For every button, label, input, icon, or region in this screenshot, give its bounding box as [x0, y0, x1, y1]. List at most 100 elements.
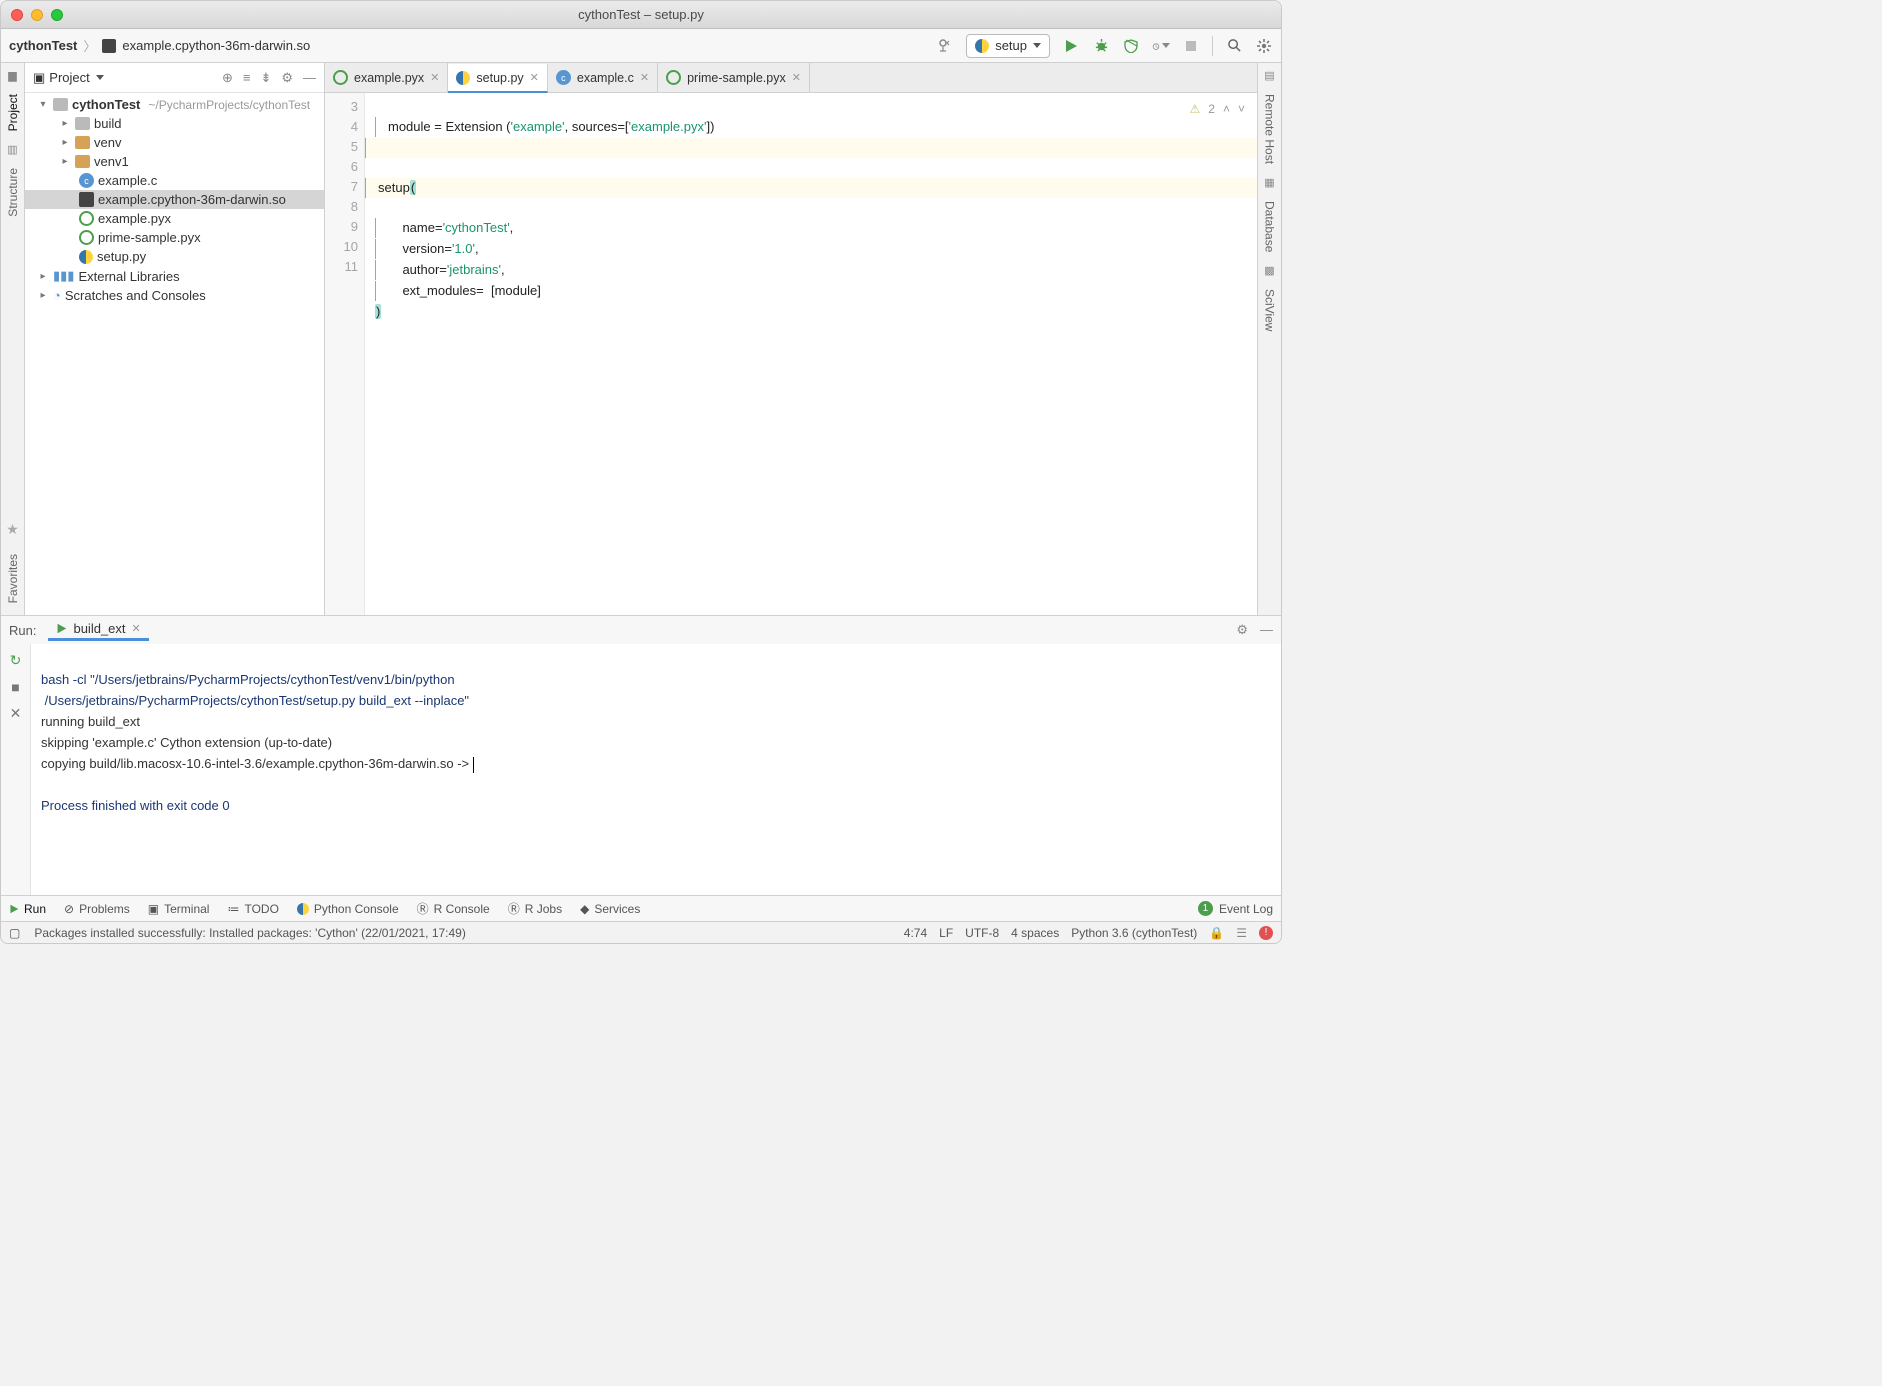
close-tab-icon[interactable]: ✕ — [640, 71, 649, 84]
collapse-all-button[interactable]: ⇟ — [260, 70, 271, 86]
chevron-right-icon: 〉 — [83, 36, 96, 55]
background-tasks-icon[interactable]: ☰ — [1236, 926, 1247, 940]
search-everywhere-button[interactable] — [1225, 37, 1243, 55]
expand-icon[interactable]: ▾ — [37, 99, 49, 110]
close-tab-icon[interactable]: ✕ — [132, 622, 141, 635]
tree-file-prime-pyx[interactable]: prime-sample.pyx — [25, 228, 324, 247]
close-run-button[interactable]: ✕ — [10, 705, 22, 722]
coverage-button[interactable] — [1122, 37, 1140, 55]
favorites-tool-tab[interactable]: Favorites — [6, 554, 20, 603]
structure-tool-tab[interactable]: Structure — [6, 168, 20, 217]
r-icon: Ⓡ — [417, 900, 429, 917]
todo-tool-button[interactable]: ≔TODO — [227, 902, 278, 916]
tree-file-example-c[interactable]: cexample.c — [25, 171, 324, 190]
project-settings-button[interactable]: ⚙ — [281, 70, 293, 86]
status-window-icon[interactable]: ▢ — [9, 926, 20, 940]
lock-icon[interactable]: 🔒 — [1209, 926, 1224, 940]
window-title: cythonTest – setup.py — [1, 7, 1281, 22]
status-message: Packages installed successfully: Install… — [34, 926, 466, 940]
file-encoding[interactable]: UTF-8 — [965, 926, 999, 940]
expand-icon[interactable]: ▸ — [59, 137, 71, 148]
terminal-tool-button[interactable]: ▣Terminal — [148, 902, 210, 916]
close-tab-icon[interactable]: ✕ — [530, 71, 539, 84]
stop-run-button[interactable]: ■ — [11, 679, 19, 695]
cython-file-icon — [666, 70, 681, 85]
tab-setup-py[interactable]: setup.py✕ — [448, 64, 547, 93]
expand-icon[interactable]: ▸ — [37, 290, 49, 301]
run-settings-button[interactable]: ⚙ — [1236, 622, 1248, 638]
tree-scratches[interactable]: ▸◔Scratches and Consoles — [25, 286, 324, 305]
tab-prime-pyx[interactable]: prime-sample.pyx✕ — [658, 63, 810, 92]
run-tab-buildext[interactable]: build_ext ✕ — [48, 619, 148, 641]
tab-example-c[interactable]: cexample.c✕ — [548, 63, 658, 92]
tree-root[interactable]: ▾ cythonTest ~/PycharmProjects/cythonTes… — [25, 95, 324, 114]
tree-label: build — [94, 116, 121, 131]
todo-icon: ≔ — [227, 902, 239, 916]
chevron-down-icon[interactable] — [96, 75, 104, 80]
tree-folder-build[interactable]: ▸ build — [25, 114, 324, 133]
line-separator[interactable]: LF — [939, 926, 953, 940]
remote-host-tool-tab[interactable]: Remote Host — [1263, 94, 1277, 164]
run-button[interactable] — [1062, 37, 1080, 55]
problems-tool-button[interactable]: ⊘Problems — [64, 902, 130, 916]
project-tool-tab[interactable]: Project — [6, 94, 20, 131]
r-console-tool-button[interactable]: ⓇR Console — [417, 900, 490, 917]
source-folder-icon — [75, 136, 90, 149]
debug-button[interactable] — [1092, 37, 1110, 55]
tab-example-pyx[interactable]: example.pyx✕ — [325, 63, 448, 92]
tree-file-setup-py[interactable]: setup.py — [25, 247, 324, 266]
btn-label: Services — [594, 902, 640, 916]
console-output[interactable]: bash -cl "/Users/jetbrains/PycharmProjec… — [31, 644, 1281, 895]
rerun-button[interactable]: ↻ — [10, 652, 22, 669]
tree-file-example-pyx[interactable]: example.pyx — [25, 209, 324, 228]
close-tab-icon[interactable]: ✕ — [430, 71, 439, 84]
project-tree[interactable]: ▾ cythonTest ~/PycharmProjects/cythonTes… — [25, 93, 324, 615]
editor-gutter[interactable]: 3 4 5 6 7 8 9 10 11 — [325, 93, 365, 615]
event-count-badge: 1 — [1198, 901, 1213, 916]
python-console-tool-button[interactable]: Python Console — [297, 902, 399, 916]
project-view-selector[interactable]: Project — [49, 70, 89, 85]
tree-external-libs[interactable]: ▸▮▮▮External Libraries — [25, 266, 324, 286]
indent-setting[interactable]: 4 spaces — [1011, 926, 1059, 940]
code-string: 'example' — [510, 119, 564, 134]
event-log-tool-button[interactable]: Event Log — [1219, 902, 1273, 916]
services-tool-button[interactable]: ◆Services — [580, 902, 640, 916]
locate-file-button[interactable]: ⊕ — [222, 70, 233, 86]
tree-folder-venv1[interactable]: ▸venv1 — [25, 152, 324, 171]
add-configuration-icon[interactable] — [936, 37, 954, 55]
run-side-actions: ↻ ■ ✕ — [1, 644, 31, 895]
tree-folder-venv[interactable]: ▸venv — [25, 133, 324, 152]
tree-file-so[interactable]: example.cpython-36m-darwin.so — [25, 190, 324, 209]
hide-panel-button[interactable]: — — [303, 70, 316, 86]
inspection-widget[interactable]: ⚠ 2 ˄ ˅ — [1190, 99, 1245, 119]
error-indicator[interactable]: ! — [1259, 926, 1273, 940]
close-tab-icon[interactable]: ✕ — [792, 71, 801, 84]
expand-icon[interactable]: ▸ — [59, 156, 71, 167]
profile-button[interactable] — [1152, 37, 1170, 55]
expand-icon[interactable]: ▸ — [37, 271, 49, 282]
next-highlight-button[interactable]: ˅ — [1238, 99, 1245, 119]
database-tool-tab[interactable]: Database — [1263, 201, 1277, 252]
python-icon — [975, 39, 989, 53]
r-jobs-tool-button[interactable]: ⓇR Jobs — [508, 900, 562, 917]
prev-highlight-button[interactable]: ˄ — [1223, 99, 1230, 119]
breadcrumb[interactable]: cythonTest 〉 example.cpython-36m-darwin.… — [9, 36, 310, 55]
code-content[interactable]: module = Extension ('example', sources=[… — [365, 93, 1257, 615]
run-configuration-selector[interactable]: setup — [966, 34, 1050, 58]
stop-button[interactable] — [1182, 37, 1200, 55]
interpreter-widget[interactable]: Python 3.6 (cythonTest) — [1071, 926, 1197, 940]
code-editor[interactable]: 3 4 5 6 7 8 9 10 11 module = Extension (… — [325, 93, 1257, 615]
hide-run-button[interactable]: — — [1260, 622, 1273, 638]
expand-icon[interactable]: ▸ — [59, 118, 71, 129]
breadcrumb-project[interactable]: cythonTest — [9, 38, 77, 53]
run-panel-header: Run: build_ext ✕ ⚙ — — [1, 616, 1281, 644]
sciview-tool-tab[interactable]: SciView — [1263, 289, 1277, 331]
expand-all-button[interactable]: ≡ — [243, 70, 251, 86]
right-tool-rail: ▤ Remote Host ▦ Database ▩ SciView — [1257, 63, 1281, 615]
caret-position[interactable]: 4:74 — [904, 926, 927, 940]
breadcrumb-file[interactable]: example.cpython-36m-darwin.so — [122, 38, 310, 53]
tree-root-label: cythonTest — [72, 97, 140, 112]
run-tool-button[interactable]: Run — [9, 902, 46, 916]
settings-button[interactable] — [1255, 37, 1273, 55]
code-text: name= — [388, 220, 443, 235]
